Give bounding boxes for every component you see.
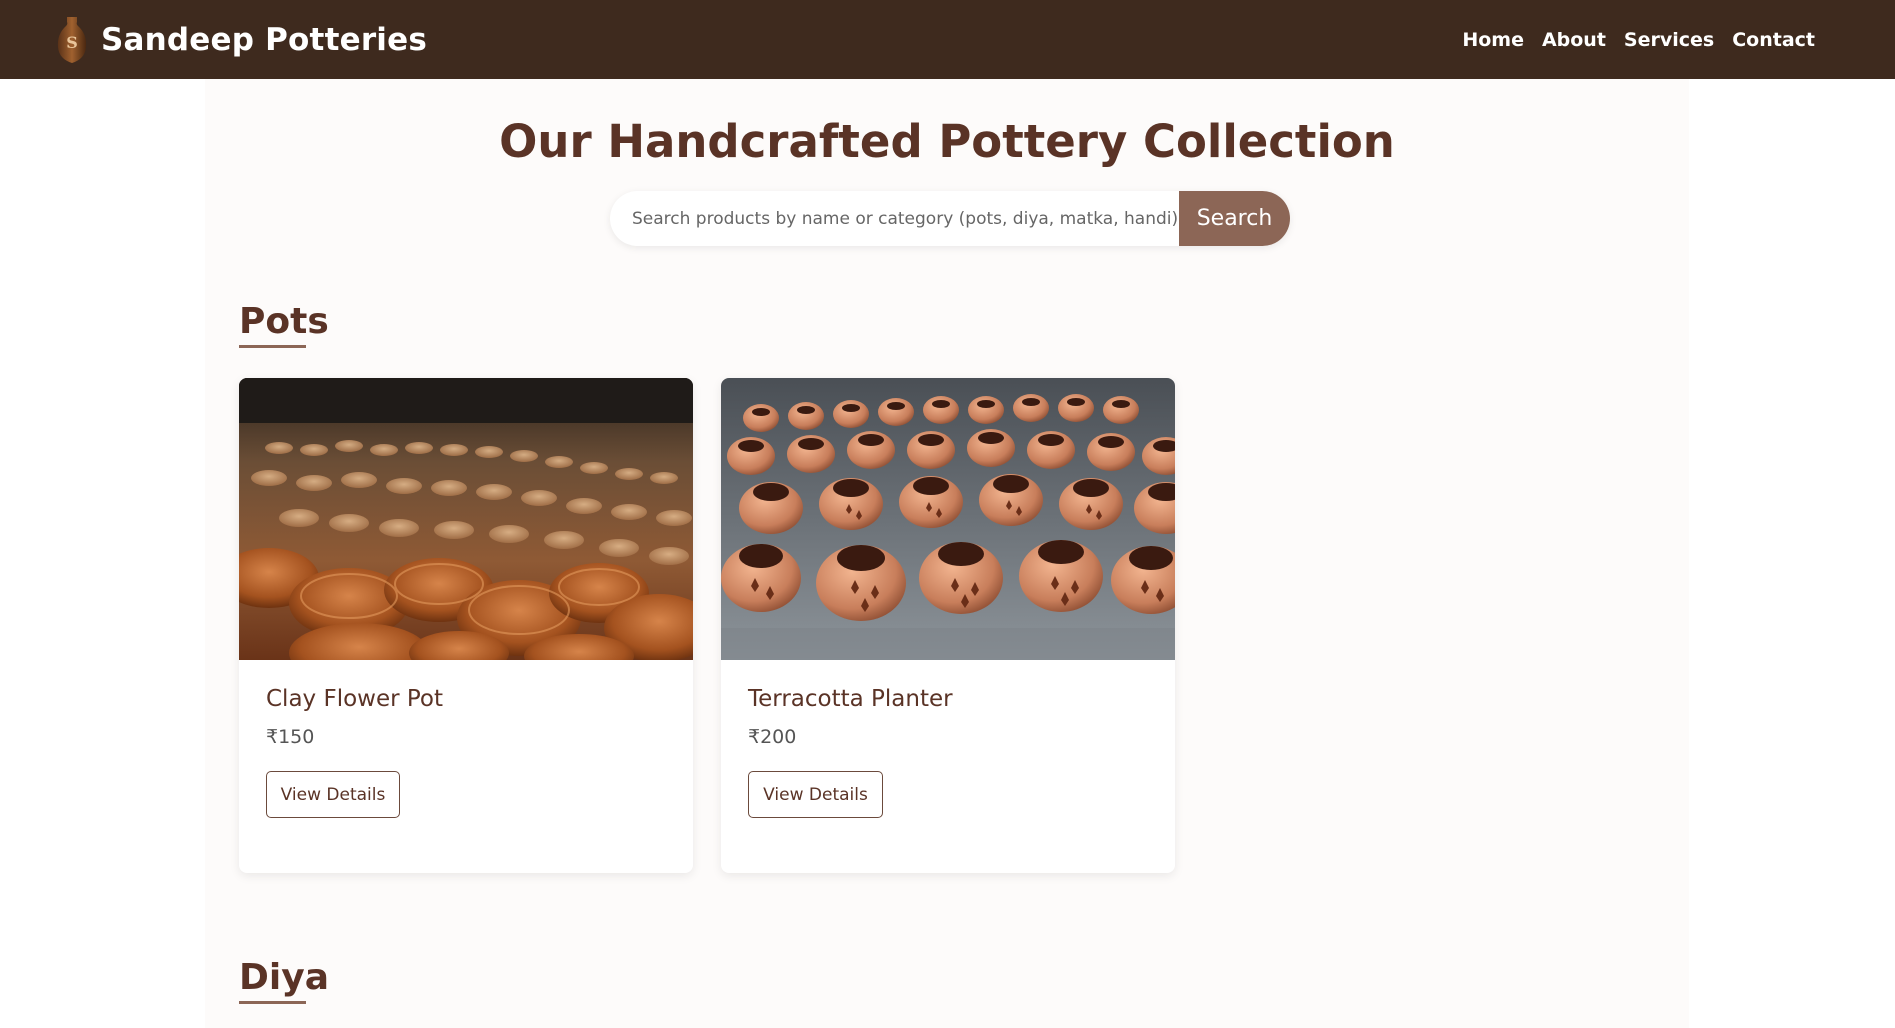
search-bar: Search bbox=[610, 191, 1290, 246]
page-title: Our Handcrafted Pottery Collection bbox=[499, 115, 1395, 168]
nav-links: Home About Services Contact bbox=[1462, 29, 1815, 51]
view-details-button[interactable]: View Details bbox=[266, 771, 400, 818]
logo-letter: S bbox=[66, 33, 78, 52]
search-button[interactable]: Search bbox=[1179, 191, 1290, 246]
product-card: Terracotta Planter ₹200 View Details bbox=[721, 378, 1175, 873]
brand[interactable]: S Sandeep Potteries bbox=[55, 15, 427, 65]
vase-logo-icon: S bbox=[57, 16, 87, 63]
nav-about-link[interactable]: About bbox=[1542, 29, 1606, 51]
view-details-button[interactable]: View Details bbox=[748, 771, 883, 818]
nav-home-link[interactable]: Home bbox=[1462, 29, 1524, 51]
pottery-bowls-photo bbox=[239, 378, 693, 660]
main-content: Our Handcrafted Pottery Collection Searc… bbox=[205, 79, 1689, 1028]
nav-services-link[interactable]: Services bbox=[1624, 29, 1714, 51]
product-card: Clay Flower Pot ₹150 View Details bbox=[239, 378, 693, 873]
nav-contact-link[interactable]: Contact bbox=[1732, 29, 1815, 51]
search-input[interactable] bbox=[610, 191, 1179, 246]
product-name: Clay Flower Pot bbox=[266, 686, 444, 712]
section-title-diya: Diya bbox=[239, 957, 329, 1004]
top-navbar: S Sandeep Potteries Home About Services … bbox=[0, 0, 1895, 79]
product-price: ₹150 bbox=[266, 726, 315, 748]
terracotta-lanterns-photo bbox=[721, 378, 1175, 660]
product-price: ₹200 bbox=[748, 726, 797, 748]
product-name: Terracotta Planter bbox=[748, 686, 953, 712]
brand-name: Sandeep Potteries bbox=[101, 21, 428, 58]
section-title-pots: Pots bbox=[239, 301, 329, 348]
